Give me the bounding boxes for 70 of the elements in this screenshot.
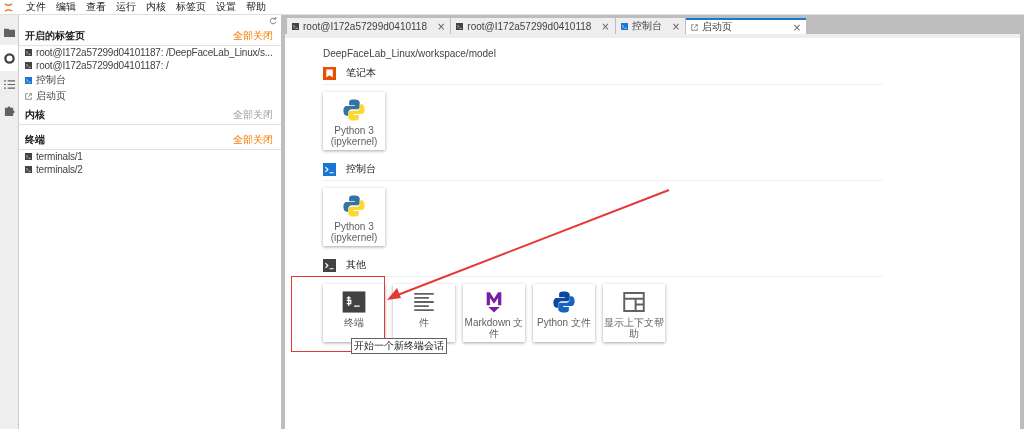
python-logo-icon	[551, 289, 577, 315]
logo-icon	[4, 1, 13, 13]
close-icon[interactable]: ×	[601, 20, 610, 32]
launcher-card[interactable]: Python 文件	[533, 284, 595, 342]
terminal-icon	[25, 166, 32, 173]
terminal-icon	[25, 49, 32, 56]
tab-label: root@I172a57299d0410118	[303, 20, 427, 32]
menu-item[interactable]: 运行	[113, 1, 139, 13]
launch-icon	[25, 92, 32, 100]
menu-item[interactable]: 编辑	[53, 1, 79, 13]
sidebar-item[interactable]: root@I172a57299d04101187: /DeepFaceLab_Linux/s...	[36, 47, 273, 58]
section-title: 其他	[346, 258, 366, 272]
tooltip: 开始一个新终端会话	[351, 338, 447, 354]
menu-item[interactable]: 内核	[143, 1, 169, 13]
sidebar-item[interactable]: terminals/2	[36, 164, 83, 175]
card-label: 件	[419, 317, 429, 328]
section-title: 内核	[25, 108, 45, 122]
python-logo-icon	[341, 97, 367, 123]
path-label: DeepFaceLab_Linux/workspace/model	[323, 48, 497, 59]
tab-label: 控制台	[631, 19, 662, 33]
window-icon	[621, 289, 647, 315]
list-icon	[3, 78, 15, 90]
tab[interactable]: root@I172a57299d0410118 ×	[451, 18, 615, 34]
tab-label: 启动页	[702, 20, 734, 34]
terminal-icon	[456, 22, 464, 30]
refresh-icon[interactable]	[269, 17, 277, 25]
section-title: 控制台	[346, 162, 376, 176]
python-logo-icon	[341, 193, 367, 219]
console-icon	[620, 22, 628, 30]
tab-label: root@I172a57299d0410118	[467, 20, 592, 32]
close-icon[interactable]: ×	[671, 20, 681, 32]
sidebar-item[interactable]: 启动页	[36, 89, 66, 103]
card-label: Python 文件	[537, 317, 591, 328]
close-icon[interactable]: ×	[792, 21, 802, 33]
tab[interactable]: 启动页 ×	[686, 18, 807, 34]
menu-item[interactable]: 文件	[23, 1, 49, 13]
close-icon[interactable]: ×	[436, 20, 446, 32]
launcher-card[interactable]: Python 3 (ipykernel)	[323, 188, 385, 246]
launcher-card[interactable]: Python 3 (ipykernel)	[323, 92, 385, 150]
stop-circle-icon	[3, 52, 15, 64]
terminal-icon	[25, 153, 32, 160]
card-label: Python 3 (ipykernel)	[330, 125, 378, 147]
menu-item[interactable]: 设置	[213, 1, 239, 13]
launcher-card[interactable]: Markdown 文件	[463, 284, 525, 342]
card-label: Python 3 (ipykernel)	[330, 221, 378, 243]
terminal-icon	[25, 62, 32, 69]
terminal-icon	[323, 258, 336, 272]
menu-item[interactable]: 查看	[83, 1, 109, 13]
bookmark-icon	[323, 66, 336, 80]
sidebar-item[interactable]: 控制台	[36, 73, 66, 87]
section-title: 终端	[25, 133, 45, 147]
menu-item[interactable]: 标签页	[173, 1, 209, 13]
sidebar-item[interactable]: terminals/1	[36, 151, 83, 162]
sidebar-item[interactable]: root@I172a57299d04101187: /	[36, 60, 169, 71]
card-label: 显示上下文帮助	[603, 317, 665, 339]
folder-icon	[3, 26, 15, 38]
section-title: 开启的标签页	[25, 29, 85, 43]
card-label: 终端	[344, 317, 364, 328]
menu-item[interactable]: 帮助	[243, 1, 269, 13]
tab[interactable]: 控制台 ×	[615, 18, 686, 34]
card-label: Markdown 文件	[463, 317, 525, 339]
launcher-card[interactable]: 显示上下文帮助	[603, 284, 665, 342]
console-icon	[25, 76, 32, 84]
terminal-icon	[292, 22, 299, 30]
terminal-icon	[341, 289, 367, 315]
tab[interactable]: root@I172a57299d0410118 ×	[287, 18, 451, 34]
section-title: 笔记本	[346, 66, 376, 80]
console-icon	[323, 162, 336, 176]
launch-icon	[691, 23, 699, 31]
puzzle-icon	[3, 104, 15, 116]
